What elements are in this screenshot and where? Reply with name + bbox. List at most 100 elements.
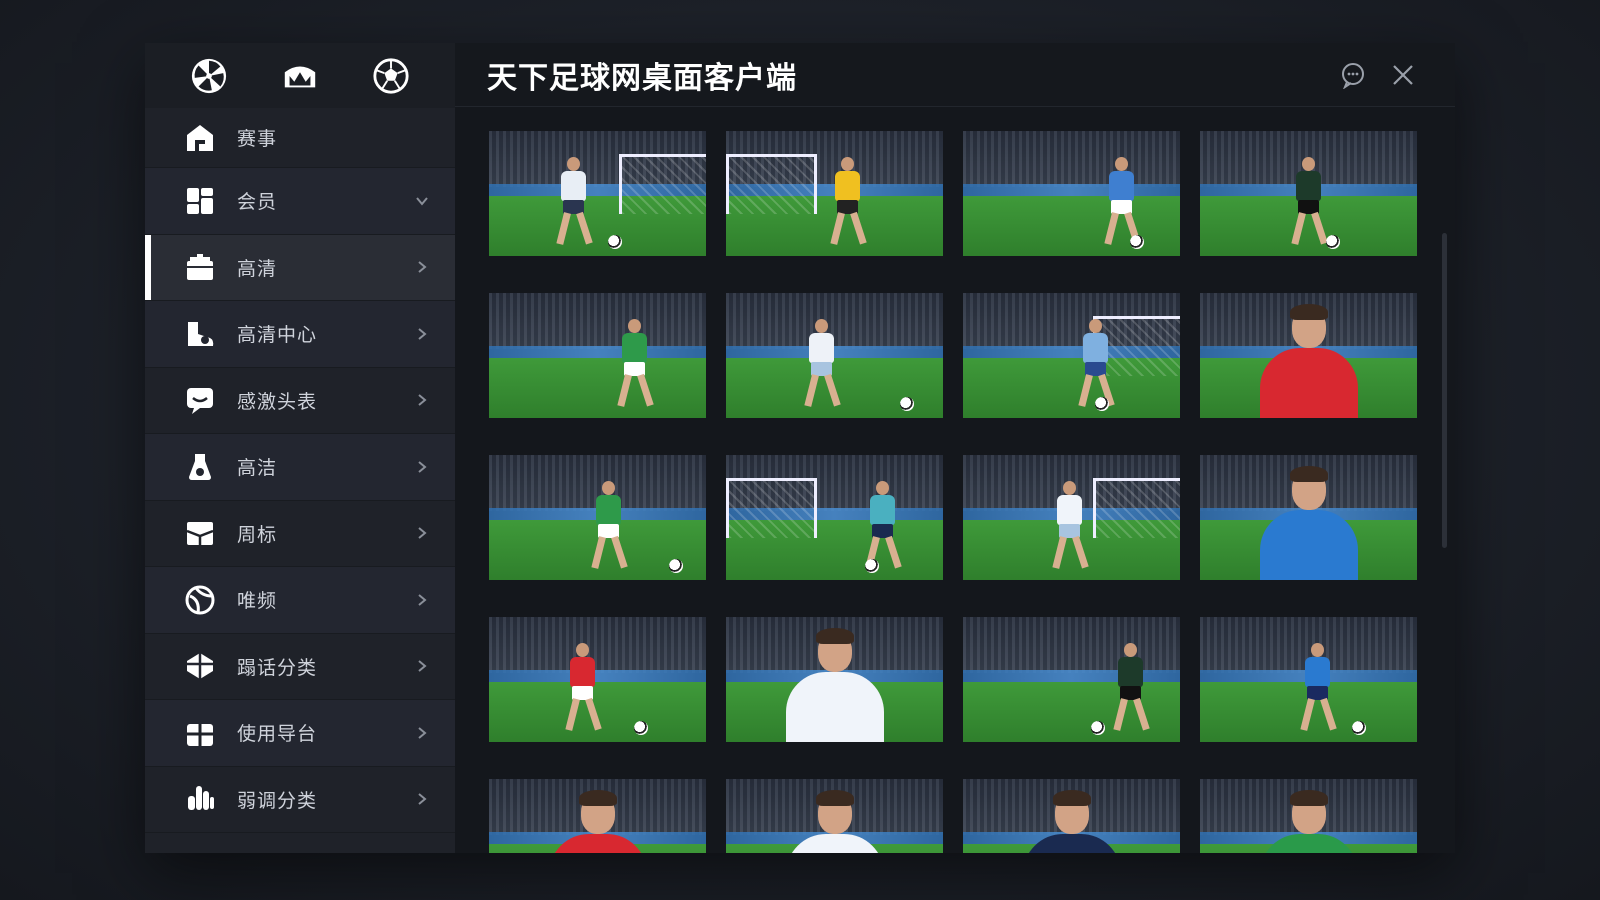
portrait-hair: [815, 628, 854, 644]
player-leg2: [1311, 211, 1328, 245]
sidebar-item-category-b[interactable]: 弱调分类: [145, 766, 455, 833]
player-shirt: [808, 332, 834, 363]
sidebar-item-hd-center[interactable]: 高清中心: [145, 301, 455, 368]
thumbnail-pitch: [489, 358, 706, 418]
portrait-shirt: [548, 834, 647, 853]
player-head: [1088, 318, 1102, 333]
video-thumbnail[interactable]: [489, 131, 706, 256]
player-leg1: [1291, 211, 1306, 245]
scrollbar[interactable]: [1442, 233, 1447, 548]
aperture-icon[interactable]: [189, 56, 229, 96]
thumbnail-player: [615, 318, 654, 411]
dashboard-icon: [183, 184, 217, 218]
chevron-right-icon: [415, 659, 429, 673]
video-thumbnail[interactable]: [489, 455, 706, 580]
sidebar-item-zhoubiao[interactable]: 周标: [145, 500, 455, 567]
video-thumbnail[interactable]: [1200, 617, 1417, 742]
video-thumbnail[interactable]: [1200, 455, 1417, 580]
player-shirt: [1056, 494, 1082, 525]
thumbnail-ball: [1095, 396, 1110, 411]
chevron-right-icon: [415, 726, 429, 740]
sidebar-item-weipin[interactable]: 唯频: [145, 567, 455, 634]
sidebar-item-label: 高清: [237, 257, 278, 280]
video-thumbnail[interactable]: [726, 779, 943, 853]
thumbnail-ball: [864, 558, 879, 573]
player-head: [567, 156, 581, 171]
video-thumbnail[interactable]: [1200, 293, 1417, 418]
close-icon[interactable]: [1383, 55, 1423, 95]
player-shirt: [1082, 332, 1108, 363]
thumbnail-player-portrait: [1254, 304, 1364, 418]
sidebar-item-gaojie[interactable]: 高洁: [145, 434, 455, 501]
thumbnail-player: [1111, 642, 1150, 735]
video-thumbnail[interactable]: [726, 455, 943, 580]
video-thumbnail[interactable]: [489, 293, 706, 418]
chevron-right-icon: [415, 460, 429, 474]
video-thumbnail[interactable]: [489, 617, 706, 742]
sidebar-item-thanks-table[interactable]: 感激头表: [145, 367, 455, 434]
player-leg1: [1104, 211, 1119, 245]
thumbnail-player: [802, 318, 841, 411]
video-thumbnail[interactable]: [726, 293, 943, 418]
sidebar: 赛事 会员 高清 高清中心 感激头表 高洁 周标 唯频 蹋话分类 使用导台 弱调…: [145, 43, 455, 853]
player-shirt: [1117, 656, 1143, 687]
thumbnail-player: [589, 480, 628, 573]
chevron-right-icon: [415, 393, 429, 407]
sidebar-item-category-a[interactable]: 蹋话分类: [145, 633, 455, 700]
thumbnail-ball: [1130, 234, 1145, 249]
sidebar-item-label: 会员: [237, 191, 278, 214]
thumbnail-player-portrait: [780, 790, 890, 853]
video-thumbnail[interactable]: [963, 455, 1180, 580]
video-thumbnail[interactable]: [963, 131, 1180, 256]
player-leg1: [804, 373, 819, 407]
sidebar-item-member[interactable]: 会员: [145, 168, 455, 235]
sidebar-item-label: 感激头表: [237, 390, 318, 413]
thumbnail-player-portrait: [543, 790, 653, 853]
chat-icon: [183, 383, 217, 417]
bottle-icon: [183, 450, 217, 484]
sidebar-item-label: 唯频: [237, 590, 278, 613]
sidebar-item-label: 高洁: [237, 457, 278, 480]
player-head: [1310, 642, 1324, 657]
chat-icon[interactable]: [1333, 55, 1373, 95]
chevron-right-icon: [415, 593, 429, 607]
portrait-shirt: [1259, 834, 1358, 853]
video-thumbnail[interactable]: [726, 617, 943, 742]
player-leg1: [1052, 535, 1067, 569]
sidebar-item-label: 周标: [237, 523, 278, 546]
player-leg1: [830, 211, 845, 245]
player-head: [1114, 156, 1128, 171]
gift-icon: [183, 716, 217, 750]
video-thumbnail[interactable]: [963, 779, 1180, 853]
player-head: [1301, 156, 1315, 171]
video-thumbnail[interactable]: [726, 131, 943, 256]
page-title: 天下足球网桌面客户端: [487, 60, 797, 96]
player-shirt: [1108, 170, 1134, 201]
sidebar-item-events[interactable]: 赛事: [145, 108, 455, 168]
player-shirt: [621, 332, 647, 363]
video-thumbnail[interactable]: [1200, 131, 1417, 256]
video-thumbnail[interactable]: [489, 779, 706, 853]
chevron-right-icon: [415, 792, 429, 806]
chevron-right-icon: [415, 327, 429, 341]
player-shirt: [834, 170, 860, 201]
stadium-icon[interactable]: [280, 56, 320, 96]
video-thumbnail[interactable]: [963, 293, 1180, 418]
sidebar-item-guide[interactable]: 使用导台: [145, 700, 455, 767]
main-panel: 天下足球网桌面客户端: [455, 43, 1455, 853]
player-shirt: [1304, 656, 1330, 687]
video-thumbnail[interactable]: [1200, 779, 1417, 853]
thumbnail-ball: [1325, 234, 1340, 249]
chevron-right-icon: [415, 260, 429, 274]
football-icon[interactable]: [371, 56, 411, 96]
player-leg2: [610, 535, 628, 569]
player-shirt: [569, 656, 595, 687]
sidebar-item-hd[interactable]: 高清: [145, 234, 455, 301]
portrait-hair: [1289, 304, 1328, 320]
app-window: 赛事 会员 高清 高清中心 感激头表 高洁 周标 唯频 蹋话分类 使用导台 弱调…: [145, 43, 1455, 853]
hand-icon: [183, 782, 217, 816]
player-leg2: [584, 697, 602, 731]
sidebar-item-label: 弱调分类: [237, 789, 318, 812]
player-leg2: [884, 535, 902, 569]
video-thumbnail[interactable]: [963, 617, 1180, 742]
